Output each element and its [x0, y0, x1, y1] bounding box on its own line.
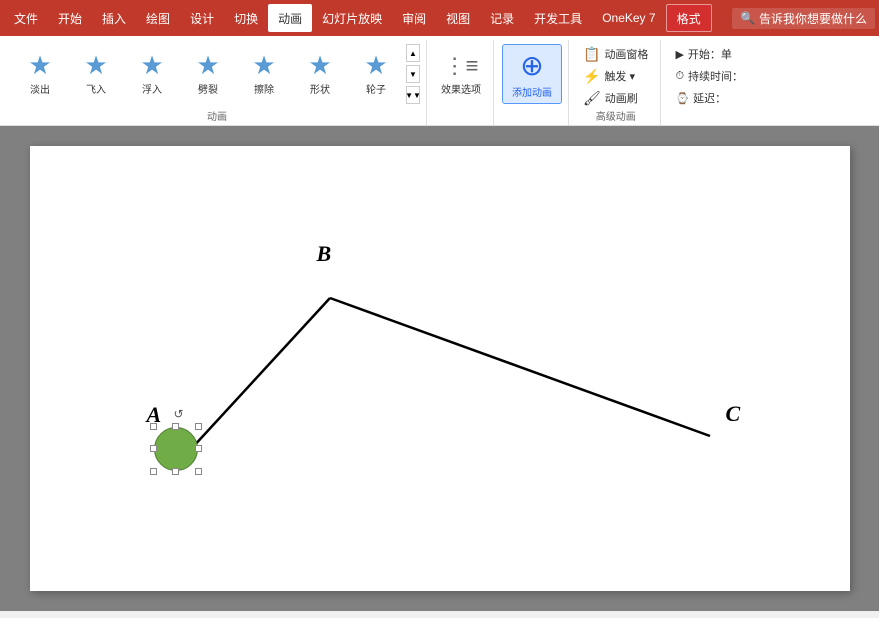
shape-label: 形状: [310, 81, 330, 96]
effect-options-icon: ⋮≡: [444, 53, 479, 79]
menu-review[interactable]: 审阅: [392, 4, 436, 32]
anim-floatin-btn[interactable]: ★ 浮入: [126, 44, 178, 104]
menu-format[interactable]: 格式: [666, 4, 712, 32]
rotate-handle[interactable]: ↺: [172, 407, 186, 421]
menu-file[interactable]: 文件: [4, 4, 48, 32]
start-label: 开始：单: [688, 46, 732, 62]
menu-onekey[interactable]: OneKey 7: [592, 4, 665, 32]
handle-br[interactable]: [195, 468, 202, 475]
effect-options-label: 效果选项: [441, 81, 481, 96]
wheel-icon: ★: [364, 52, 387, 79]
menu-home[interactable]: 开始: [48, 4, 92, 32]
duration-label: 持续时间：: [688, 68, 743, 84]
flyin-icon: ★: [84, 52, 107, 79]
slide-area: B A C ↺: [0, 126, 879, 611]
green-circle-container[interactable]: ↺: [150, 423, 202, 475]
anim-split-btn[interactable]: ★ 劈裂: [182, 44, 234, 104]
menu-transition[interactable]: 切换: [224, 4, 268, 32]
advanced-group-label: 高级动画: [596, 108, 636, 125]
handle-tc[interactable]: [172, 423, 179, 430]
menu-animation[interactable]: 动画: [268, 4, 312, 32]
menu-view[interactable]: 视图: [436, 4, 480, 32]
handle-bc[interactable]: [172, 468, 179, 475]
menu-bar: 文件 开始 插入 绘图 设计 切换 动画 幻灯片放映 审阅 视图 记录 开发工具…: [0, 0, 879, 36]
add-anim-label: 添加动画: [512, 84, 552, 99]
duration-btn[interactable]: ⏱ 持续时间：: [669, 66, 749, 86]
menu-slideshow[interactable]: 幻灯片放映: [312, 4, 392, 32]
effects-group: ⋮≡ 效果选项: [429, 40, 494, 125]
split-icon: ★: [196, 52, 219, 79]
animation-pane-label: 动画窗格: [604, 46, 648, 62]
anim-flyin-btn[interactable]: ★ 飞入: [70, 44, 122, 104]
scroll-more-btn[interactable]: ▼▼: [406, 86, 420, 104]
split-label: 劈裂: [198, 81, 218, 96]
animation-pane-btn[interactable]: 📋 动画窗格: [577, 44, 654, 64]
animation-brush-btn[interactable]: 🖌 动画刷: [577, 88, 644, 108]
handle-tr[interactable]: [195, 423, 202, 430]
add-animation-btn[interactable]: ⊕ 添加动画: [502, 44, 562, 104]
slide-lines-svg: [30, 146, 850, 591]
animation-brush-label: 动画刷: [605, 90, 638, 106]
handle-mr[interactable]: [195, 445, 202, 452]
menu-insert[interactable]: 插入: [92, 4, 136, 32]
wheel-label: 轮子: [366, 81, 386, 96]
flyin-label: 飞入: [86, 81, 106, 96]
animation-scroll: ▲ ▼ ▼▼: [406, 44, 420, 104]
animation-pane-icon: 📋: [583, 46, 600, 63]
slide: B A C ↺: [30, 146, 850, 591]
delay-label: 延迟：: [693, 90, 726, 106]
add-animation-group: ⊕ 添加动画: [496, 40, 569, 125]
fadeout-label: 淡出: [30, 81, 50, 96]
handle-ml[interactable]: [150, 445, 157, 452]
delay-icon: ⌚: [675, 92, 689, 105]
menu-record[interactable]: 记录: [480, 4, 524, 32]
duration-icon: ⏱: [675, 70, 684, 83]
search-text: 告诉我你想要做什么: [759, 10, 867, 27]
fadeout-icon: ★: [28, 52, 51, 79]
menu-dev[interactable]: 开发工具: [524, 4, 592, 32]
anim-shape-btn[interactable]: ★ 形状: [294, 44, 346, 104]
trigger-icon: ⚡: [583, 68, 600, 85]
advanced-group: 📋 动画窗格 ⚡ 触发 ▾ 🖌 动画刷 高级动画: [571, 40, 661, 125]
anim-wipe-btn[interactable]: ★ 擦除: [238, 44, 290, 104]
selection-handles: [150, 423, 202, 475]
add-anim-icon: ⊕: [520, 49, 543, 82]
animation-group-label: 动画: [207, 108, 227, 125]
anim-fadeout-btn[interactable]: ★ 淡出: [14, 44, 66, 104]
floatin-icon: ★: [140, 52, 163, 79]
start-icon: ▶: [675, 48, 683, 61]
scroll-up-btn[interactable]: ▲: [406, 44, 420, 62]
timing-group: ▶ 开始：单 ⏱ 持续时间： ⌚ 延迟：: [663, 40, 755, 125]
menu-draw[interactable]: 绘图: [136, 4, 180, 32]
floatin-label: 浮入: [142, 81, 162, 96]
delay-btn[interactable]: ⌚ 延迟：: [669, 88, 732, 108]
search-icon: 🔍: [740, 11, 755, 25]
wipe-icon: ★: [252, 52, 275, 79]
shape-icon: ★: [308, 52, 331, 79]
trigger-label: 触发 ▾: [604, 68, 635, 84]
animation-brush-icon: 🖌: [583, 90, 601, 107]
menu-design[interactable]: 设计: [180, 4, 224, 32]
trigger-btn[interactable]: ⚡ 触发 ▾: [577, 66, 641, 86]
start-btn[interactable]: ▶ 开始：单: [669, 44, 737, 64]
search-bar[interactable]: 🔍 告诉我你想要做什么: [732, 8, 875, 29]
anim-wheel-btn[interactable]: ★ 轮子: [350, 44, 402, 104]
ribbon: ★ 淡出 ★ 飞入 ★ 浮入 ★ 劈裂 ★ 擦除: [0, 36, 879, 126]
scroll-down-btn[interactable]: ▼: [406, 65, 420, 83]
handle-bl[interactable]: [150, 468, 157, 475]
handle-tl[interactable]: [150, 423, 157, 430]
effect-options-btn[interactable]: ⋮≡ 效果选项: [435, 44, 487, 104]
wipe-label: 擦除: [254, 81, 274, 96]
animation-group: ★ 淡出 ★ 飞入 ★ 浮入 ★ 劈裂 ★ 擦除: [8, 40, 427, 125]
